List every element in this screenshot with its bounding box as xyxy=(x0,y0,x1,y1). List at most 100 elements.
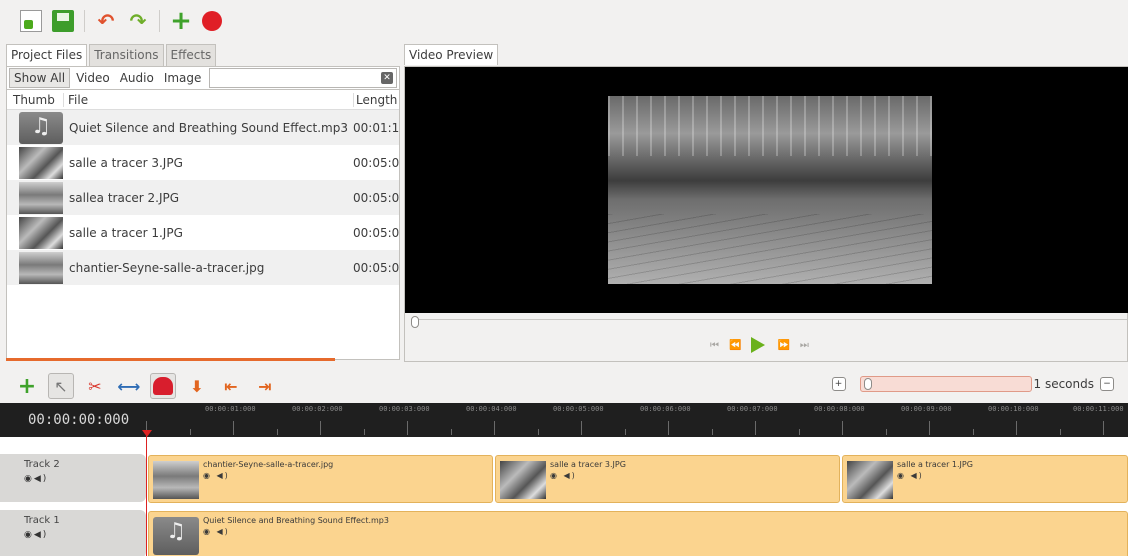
track-header[interactable]: Track 1 ◉◀) xyxy=(0,510,146,556)
timeline-ruler[interactable]: 00:00:00:000 00:00:01:000 00:00:02:000 0… xyxy=(0,403,1128,437)
new-project-icon[interactable] xyxy=(20,10,42,32)
playhead-line[interactable] xyxy=(146,430,147,556)
ruler-label: 00:00:07:000 xyxy=(727,405,778,413)
clip-name: Quiet Silence and Breathing Sound Effect… xyxy=(203,516,389,525)
track-header[interactable]: Track 2 ◉◀) xyxy=(0,454,146,502)
tab-project-files[interactable]: Project Files xyxy=(6,44,88,66)
file-length: 00:05:00 xyxy=(353,190,399,205)
seek-handle[interactable] xyxy=(411,316,419,328)
timeline-clip[interactable]: salle a tracer 1.JPG ◉ ◀) xyxy=(842,455,1128,503)
razor-tool-icon[interactable]: ✂ xyxy=(82,373,108,399)
rewind-icon[interactable]: ⏪ xyxy=(729,340,742,351)
ruler-label: 00:00:01:000 xyxy=(205,405,256,413)
zoom-slider[interactable] xyxy=(859,376,1032,392)
filter-image[interactable]: Image xyxy=(160,69,206,87)
ruler-tick xyxy=(972,429,974,435)
search-input[interactable]: ✕ xyxy=(209,68,397,88)
filter-show-all[interactable]: Show All xyxy=(9,68,71,88)
filter-bar: Show All Video Audio Image ✕ xyxy=(6,66,400,90)
ruler-label: 00:00:10:000 xyxy=(988,405,1039,413)
skip-to-end-icon[interactable]: ⏭ xyxy=(800,340,809,351)
ruler-tick xyxy=(668,421,669,435)
ruler-tick xyxy=(1103,421,1104,435)
record-icon[interactable] xyxy=(202,11,222,31)
ruler-label: 00:00:03:000 xyxy=(379,405,430,413)
timeline-toolbar: + ↖ ✂ ⟷ ⬇ ⇤ ⇥ + 1 seconds − xyxy=(0,370,1128,402)
list-item[interactable]: salle a tracer 1.JPG 00:05:00 xyxy=(7,215,399,250)
clip-thumbnail xyxy=(500,461,546,499)
project-files-panel: Project Files Transitions Effects Show A… xyxy=(6,44,400,362)
eye-icon[interactable]: ◉ xyxy=(24,530,34,540)
previous-marker-icon[interactable]: ⇤ xyxy=(218,373,244,399)
ruler-tick xyxy=(711,429,713,435)
list-item[interactable]: sallea tracer 2.JPG 00:05:00 xyxy=(7,180,399,215)
panel-tabs: Project Files Transitions Effects xyxy=(6,44,400,66)
timeline-clip[interactable]: Quiet Silence and Breathing Sound Effect… xyxy=(148,511,1128,556)
video-preview-panel: ⏮ ⏪ ⏩ ⏭ xyxy=(404,66,1128,362)
column-length[interactable]: Length xyxy=(353,92,399,107)
zoom-out-icon[interactable]: − xyxy=(1100,377,1114,391)
add-marker-icon[interactable]: ⬇ xyxy=(184,373,210,399)
skip-to-start-icon[interactable]: ⏮ xyxy=(710,340,719,351)
file-list: Thumb File Length Quiet Silence and Brea… xyxy=(6,90,400,360)
list-item[interactable]: chantier-Seyne-salle-a-tracer.jpg 00:05:… xyxy=(7,250,399,285)
redo-icon[interactable]: ↷ xyxy=(127,10,149,32)
ruler-tick xyxy=(842,421,843,435)
image-thumbnail xyxy=(19,181,63,214)
timeline-clip[interactable]: chantier-Seyne-salle-a-tracer.jpg ◉ ◀) xyxy=(148,455,493,503)
zoom-in-icon[interactable]: + xyxy=(831,377,846,391)
save-project-icon[interactable] xyxy=(52,10,74,32)
speaker-icon[interactable]: ◀) xyxy=(34,530,48,540)
clear-search-icon[interactable]: ✕ xyxy=(381,72,393,84)
ruler-tick xyxy=(885,429,887,435)
filter-audio[interactable]: Audio xyxy=(116,69,158,87)
ruler-tick xyxy=(494,421,495,435)
tab-video-preview[interactable]: Video Preview xyxy=(404,44,499,65)
add-track-icon[interactable]: + xyxy=(14,373,40,399)
file-rows: Quiet Silence and Breathing Sound Effect… xyxy=(7,110,399,285)
clip-icons: ◉ ◀) xyxy=(203,527,230,536)
toolbar-separator xyxy=(84,10,85,32)
panel-resize-handle[interactable] xyxy=(6,358,335,361)
list-item[interactable]: Quiet Silence and Breathing Sound Effect… xyxy=(7,110,399,145)
video-preview-screen xyxy=(405,67,1128,313)
ruler-tick xyxy=(537,429,539,435)
resize-tool-icon[interactable]: ⟷ xyxy=(116,373,142,399)
fast-forward-icon[interactable]: ⏩ xyxy=(777,340,790,351)
file-length: 00:05:00 xyxy=(353,260,399,275)
file-name: salle a tracer 1.JPG xyxy=(69,225,183,240)
clip-name: salle a tracer 3.JPG xyxy=(550,460,626,469)
eye-icon[interactable]: ◉ xyxy=(24,474,34,484)
snapping-icon[interactable] xyxy=(150,373,176,399)
undo-icon[interactable]: ↶ xyxy=(95,10,117,32)
pointer-tool-icon[interactable]: ↖ xyxy=(48,373,74,399)
ruler-tick xyxy=(189,429,191,435)
ruler-tick xyxy=(233,421,234,435)
playhead-marker[interactable] xyxy=(142,430,152,437)
column-thumb[interactable]: Thumb xyxy=(7,93,63,107)
clip-icons: ◉ ◀) xyxy=(897,471,924,480)
zoom-handle[interactable] xyxy=(863,378,872,390)
track-visibility-audio-icons: ◉◀) xyxy=(24,474,146,484)
preview-seek-slider[interactable] xyxy=(411,316,1127,331)
clip-name: chantier-Seyne-salle-a-tracer.jpg xyxy=(203,460,334,469)
track-visibility-audio-icons: ◉◀) xyxy=(24,530,146,540)
timeline-clip[interactable]: salle a tracer 3.JPG ◉ ◀) xyxy=(495,455,840,503)
tab-effects[interactable]: Effects xyxy=(165,44,217,66)
speaker-icon[interactable]: ◀) xyxy=(34,474,48,484)
ruler-tick xyxy=(624,429,626,435)
column-file[interactable]: File xyxy=(63,92,353,107)
file-name: chantier-Seyne-salle-a-tracer.jpg xyxy=(69,260,265,275)
image-thumbnail xyxy=(19,251,63,284)
next-marker-icon[interactable]: ⇥ xyxy=(252,373,278,399)
tab-transitions[interactable]: Transitions xyxy=(89,44,164,66)
play-icon[interactable] xyxy=(751,337,766,353)
track-name: Track 1 xyxy=(24,515,60,526)
add-file-icon[interactable]: + xyxy=(170,8,192,34)
ruler-tick xyxy=(363,429,365,435)
list-item[interactable]: salle a tracer 3.JPG 00:05:00 xyxy=(7,145,399,180)
clip-thumbnail xyxy=(153,517,199,555)
filter-video[interactable]: Video xyxy=(72,69,114,87)
clip-icons: ◉ ◀) xyxy=(550,471,577,480)
ruler-tick xyxy=(320,421,321,435)
